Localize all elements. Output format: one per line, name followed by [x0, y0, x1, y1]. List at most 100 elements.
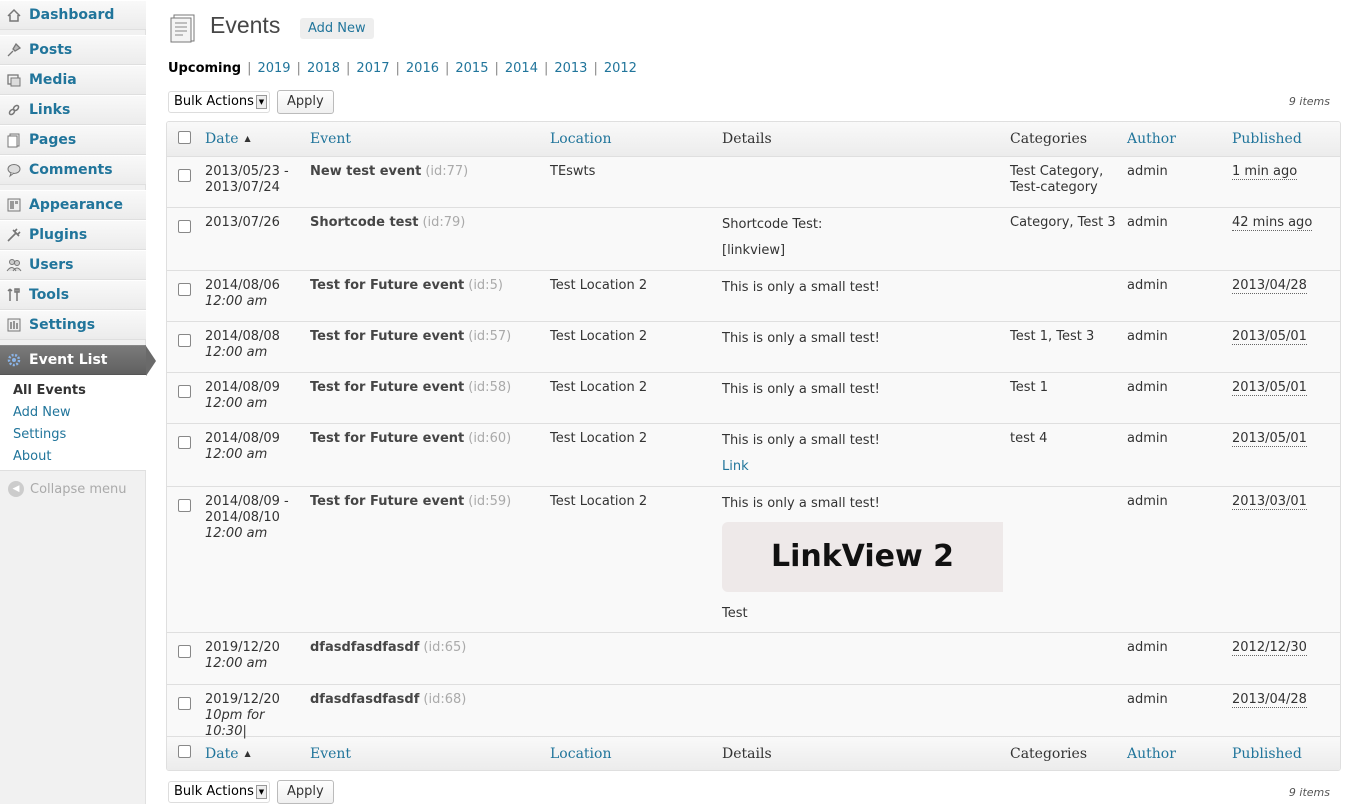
sidebar-item-event-list[interactable]: Event List [0, 345, 156, 376]
event-categories: test 4 [1010, 431, 1048, 446]
event-id: (id:65) [423, 640, 467, 655]
sidebar-item-label: Appearance [29, 197, 123, 213]
filter-year-2018[interactable]: 2018 [307, 61, 340, 76]
submenu-all-events[interactable]: All Events [0, 380, 146, 402]
event-author: admin [1127, 329, 1168, 344]
select-all-checkbox-footer[interactable] [178, 745, 191, 758]
row-checkbox[interactable] [178, 334, 191, 347]
filter-year-2016[interactable]: 2016 [406, 61, 439, 76]
event-name-cell: Test for Future event (id:59) [310, 494, 550, 632]
page-title: Events [210, 12, 281, 38]
row-checkbox[interactable] [178, 645, 191, 658]
column-author-footer[interactable]: Author [1127, 746, 1176, 762]
event-name-cell: dfasdfasdfasdf (id:65) [310, 640, 550, 684]
filter-year-2019[interactable]: 2019 [257, 61, 290, 76]
event-title-link[interactable]: dfasdfasdfasdf [310, 692, 419, 707]
table-row: 2014/08/08 12:00 am Test for Future event(… [167, 322, 1340, 373]
column-date[interactable]: Date ▲ [205, 131, 251, 147]
sidebar-item-pages[interactable]: Pages [0, 125, 146, 155]
gear-icon [6, 352, 22, 368]
filter-year-2012[interactable]: 2012 [604, 61, 637, 76]
row-checkbox-cell [167, 215, 205, 270]
details-line: [linkview] [722, 243, 786, 258]
row-checkbox[interactable] [178, 436, 191, 449]
row-checkbox[interactable] [178, 385, 191, 398]
event-published: 2013/04/28 [1232, 692, 1307, 708]
date-filter-links: Upcoming | 2019 | 2018 | 2017 | 2016 | 2015 | 2014 | 2… [168, 61, 637, 76]
event-list-submenu: All Events Add New Settings About [0, 375, 146, 471]
sidebar-item-links[interactable]: Links [0, 95, 146, 125]
event-title-link[interactable]: Test for Future event [310, 329, 464, 344]
dropdown-arrow-icon: ▼ [256, 95, 267, 109]
event-title-link[interactable]: Test for Future event [310, 380, 464, 395]
row-checkbox[interactable] [178, 169, 191, 182]
submenu-add-new[interactable]: Add New [0, 402, 146, 424]
apply-button-bottom[interactable]: Apply [277, 780, 334, 804]
sidebar-item-media[interactable]: Media [0, 65, 146, 95]
column-author[interactable]: Author [1127, 131, 1176, 147]
column-date-footer[interactable]: Date ▲ [205, 746, 251, 762]
event-title-link[interactable]: dfasdfasdfasdf [310, 640, 419, 655]
event-title-link[interactable]: Test for Future event [310, 278, 464, 293]
event-date-start: 2014/08/09 [205, 431, 280, 446]
bulk-actions-select[interactable]: Bulk Actions ▼ [168, 91, 270, 113]
event-author: admin [1127, 692, 1168, 707]
bulk-actions-select-bottom[interactable]: Bulk Actions ▼ [168, 781, 270, 803]
event-time: 12:00 am [205, 294, 268, 309]
event-id: (id:60) [468, 431, 512, 446]
sidebar-item-tools[interactable]: Tools [0, 280, 146, 310]
add-new-button[interactable]: Add New [300, 18, 374, 39]
column-published-footer[interactable]: Published [1232, 746, 1302, 762]
sidebar-item-appearance[interactable]: Appearance [0, 190, 146, 220]
event-date-start: 2019/12/20 [205, 692, 280, 707]
tools-icon [6, 287, 22, 303]
row-checkbox[interactable] [178, 499, 191, 512]
details-link[interactable]: Link [722, 459, 1010, 475]
details-line: Shortcode Test: [722, 217, 823, 232]
collapse-arrow-icon: ◀ [8, 481, 24, 497]
sidebar-item-dashboard[interactable]: Dashboard [0, 0, 146, 30]
filter-year-2014[interactable]: 2014 [505, 61, 538, 76]
events-table: Date ▲ Event Location Details Categories … [166, 121, 1341, 771]
event-title-link[interactable]: New test event [310, 164, 421, 179]
event-time: 12:00 am [205, 526, 268, 541]
sidebar-item-label: Media [29, 72, 77, 88]
column-location-footer[interactable]: Location [550, 746, 611, 762]
collapse-menu-button[interactable]: ◀ Collapse menu [8, 481, 127, 497]
event-title-link[interactable]: Test for Future event [310, 494, 464, 509]
sidebar-item-plugins[interactable]: Plugins [0, 220, 146, 250]
column-event-footer[interactable]: Event [310, 746, 351, 762]
row-checkbox[interactable] [178, 283, 191, 296]
event-location: TEswts [550, 164, 596, 179]
row-checkbox[interactable] [178, 220, 191, 233]
event-location: Test Location 2 [550, 329, 648, 344]
column-location[interactable]: Location [550, 131, 611, 147]
event-published-cell: 1 min ago [1232, 164, 1340, 207]
row-checkbox-cell [167, 329, 205, 372]
row-checkbox[interactable] [178, 697, 191, 710]
details-line: Test [722, 606, 748, 621]
sidebar-item-settings[interactable]: Settings [0, 310, 146, 340]
filter-upcoming: Upcoming [168, 61, 242, 76]
event-location [550, 640, 722, 684]
filter-year-2013[interactable]: 2013 [554, 61, 587, 76]
filter-year-2017[interactable]: 2017 [356, 61, 389, 76]
sidebar-item-comments[interactable]: Comments [0, 155, 146, 185]
table-row: 2019/12/20 12:00 am dfasdfasdfasdf (id:65) a… [167, 633, 1340, 685]
comment-icon [6, 162, 22, 178]
sidebar-item-users[interactable]: Users [0, 250, 146, 280]
select-all-checkbox[interactable] [178, 130, 191, 144]
filter-year-2015[interactable]: 2015 [455, 61, 488, 76]
event-title-link[interactable]: Shortcode test [310, 215, 418, 230]
sidebar-item-posts[interactable]: Posts [0, 35, 146, 65]
apply-button[interactable]: Apply [277, 90, 334, 114]
submenu-about[interactable]: About [0, 446, 146, 468]
column-event[interactable]: Event [310, 131, 351, 147]
event-title-link[interactable]: Test for Future event [310, 431, 464, 446]
column-published[interactable]: Published [1232, 131, 1302, 147]
table-row: 2014/08/09 -2014/08/10 12:00 am Test for F… [167, 487, 1340, 633]
submenu-settings[interactable]: Settings [0, 424, 146, 446]
bulk-actions-label: Bulk Actions [174, 784, 254, 799]
sidebar-item-label: Comments [29, 162, 113, 178]
pages-icon [6, 132, 22, 148]
